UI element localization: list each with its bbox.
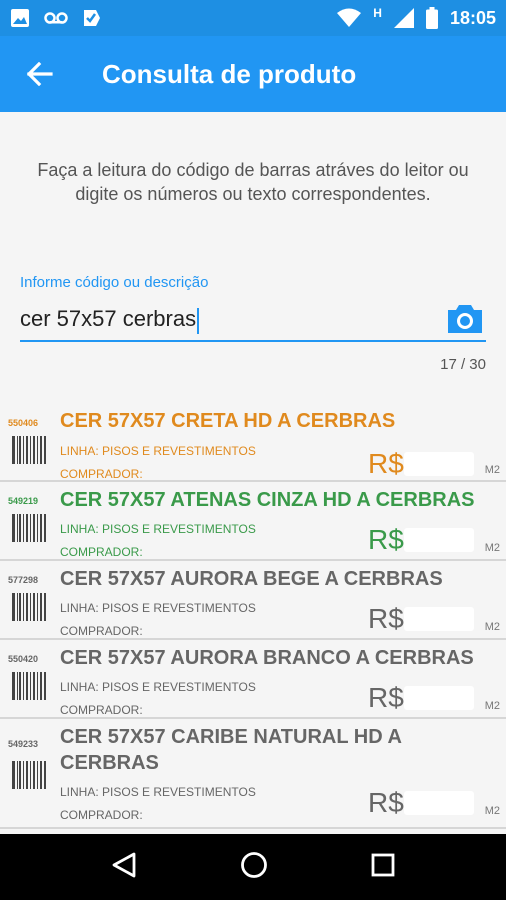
list-item[interactable]: 550420 CER 57X57 AURORA BRANCO A CERBRAS… xyxy=(0,640,506,719)
product-code: 549219 xyxy=(8,496,39,506)
price-value-redacted xyxy=(404,452,474,476)
product-buyer: COMPRADOR: xyxy=(60,467,143,481)
signal-icon xyxy=(393,8,414,28)
list-item[interactable]: 549233 CER 57X57 CARIBE NATURAL HD A CER… xyxy=(0,719,506,829)
product-code: 550406 xyxy=(8,418,39,428)
product-price: R$ xyxy=(368,448,404,479)
search-field[interactable]: cer 57x57 cerbras xyxy=(20,300,486,342)
nav-recents-button[interactable] xyxy=(371,853,395,882)
product-unit: M2 xyxy=(484,542,500,554)
price-value-redacted xyxy=(404,686,474,710)
wifi-icon xyxy=(337,8,362,27)
barcode-icon xyxy=(12,514,48,542)
product-unit: M2 xyxy=(484,805,500,817)
voicemail-icon xyxy=(44,12,68,24)
product-buyer: COMPRADOR: xyxy=(60,703,143,717)
nav-home-button[interactable] xyxy=(240,851,268,884)
camera-icon xyxy=(448,305,482,333)
clock: 18:05 xyxy=(449,7,496,28)
navigation-bar xyxy=(0,834,506,900)
search-input-value: cer 57x57 cerbras xyxy=(20,306,197,332)
product-line: LINHA: PISOS E REVESTIMENTOS xyxy=(60,444,256,458)
list-item[interactable]: 549219 CER 57X57 ATENAS CINZA HD A CERBR… xyxy=(0,482,506,561)
image-icon xyxy=(11,9,29,27)
product-price: R$ xyxy=(368,603,404,634)
product-name: CER 57X57 AURORA BRANCO A CERBRAS xyxy=(60,647,474,669)
recents-square-icon xyxy=(371,853,395,876)
product-line: LINHA: PISOS E REVESTIMENTOS xyxy=(60,601,256,615)
text-caret xyxy=(197,307,200,334)
product-buyer: COMPRADOR: xyxy=(60,808,143,822)
search-input-label: Informe código ou descrição xyxy=(20,274,209,291)
network-type-label: H xyxy=(373,6,382,20)
product-name: CER 57X57 CRETA HD A CERBRAS xyxy=(60,410,396,432)
page-title: Consulta de produto xyxy=(102,58,357,89)
barcode-icon xyxy=(12,761,48,789)
instructions-text: Faça a leitura do código de barras atráv… xyxy=(37,160,469,204)
nav-back-button[interactable] xyxy=(111,851,137,884)
price-value-redacted xyxy=(404,791,474,815)
home-circle-icon xyxy=(241,851,267,878)
product-code: 550420 xyxy=(8,654,39,664)
product-line: LINHA: PISOS E REVESTIMENTOS xyxy=(60,785,256,799)
barcode-icon xyxy=(12,436,48,464)
product-line: LINHA: PISOS E REVESTIMENTOS xyxy=(60,522,256,536)
barcode-icon xyxy=(12,672,48,700)
app-bar: Consulta de produto xyxy=(0,36,506,112)
product-line: LINHA: PISOS E REVESTIMENTOS xyxy=(60,680,256,694)
main-content: Faça a leitura do código de barras atráv… xyxy=(0,112,506,834)
price-value-redacted xyxy=(404,607,474,631)
list-item[interactable]: 577298 CER 57X57 AURORA BEGE A CERBRAS L… xyxy=(0,561,506,640)
product-unit: M2 xyxy=(484,464,500,476)
list-item[interactable]: 550406 CER 57X57 CRETA HD A CERBRAS LINH… xyxy=(0,402,506,482)
back-button[interactable] xyxy=(0,36,80,112)
product-price: R$ xyxy=(368,524,404,555)
product-price: R$ xyxy=(368,787,404,818)
check-icon xyxy=(84,10,100,26)
product-code: 577298 xyxy=(8,575,39,585)
battery-icon xyxy=(425,7,438,29)
product-buyer: COMPRADOR: xyxy=(60,624,143,638)
product-buyer: COMPRADOR: xyxy=(60,545,143,559)
product-unit: M2 xyxy=(484,700,500,712)
price-value-redacted xyxy=(404,528,474,552)
product-unit: M2 xyxy=(484,621,500,633)
camera-button[interactable] xyxy=(446,304,486,336)
arrow-back-icon xyxy=(27,62,53,86)
product-name: CER 57X57 AURORA BEGE A CERBRAS xyxy=(60,568,443,590)
product-name: CER 57X57 ATENAS CINZA HD A CERBRAS xyxy=(60,489,475,511)
product-list: 550406 CER 57X57 CRETA HD A CERBRAS LINH… xyxy=(0,402,506,829)
search-input[interactable]: cer 57x57 cerbras xyxy=(20,306,446,334)
back-triangle-icon xyxy=(112,852,136,877)
product-code: 549233 xyxy=(8,739,39,749)
barcode-icon xyxy=(12,593,48,621)
product-name: CER 57X57 CARIBE NATURAL HD A CERBRAS xyxy=(60,726,402,774)
character-counter: 17 / 30 xyxy=(440,356,486,373)
product-price: R$ xyxy=(368,682,404,713)
status-bar: H 18:05 xyxy=(0,0,506,36)
